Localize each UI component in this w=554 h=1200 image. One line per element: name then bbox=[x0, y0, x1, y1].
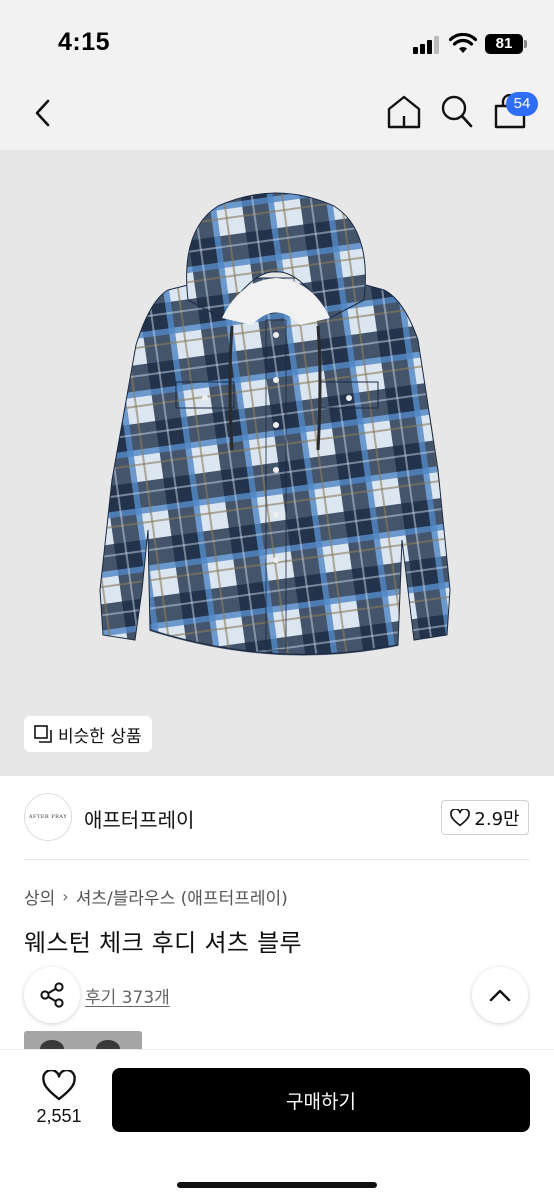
scroll-top-button[interactable] bbox=[472, 967, 528, 1023]
brand-like-count: 2.9만 bbox=[474, 808, 520, 830]
breadcrumb-category[interactable]: 상의 bbox=[24, 884, 55, 909]
wifi-icon bbox=[449, 33, 477, 53]
divider bbox=[24, 859, 530, 860]
battery-nub bbox=[524, 40, 527, 48]
brand-logo[interactable]: AFTER PRAY bbox=[24, 793, 72, 841]
similar-items-icon bbox=[34, 725, 52, 743]
wishlist-heart-icon[interactable] bbox=[42, 1070, 76, 1102]
home-indicator bbox=[177, 1182, 377, 1188]
breadcrumb-subcategory[interactable]: 셔츠/블라우스 (애프터프레이) bbox=[76, 884, 288, 909]
share-icon bbox=[40, 982, 64, 1008]
plaid-hoodie-shirt-image bbox=[99, 192, 451, 656]
share-button[interactable] bbox=[24, 967, 80, 1023]
wishlist-count: 2,551 bbox=[36, 1106, 82, 1126]
review-photo-image bbox=[24, 1031, 142, 1049]
cellular-signal-icon bbox=[413, 36, 441, 54]
breadcrumb: 상의 › 셔츠/블라우스 (애프터프레이) bbox=[24, 884, 288, 909]
product-title: 웨스턴 체크 후디 셔츠 블루 bbox=[24, 929, 302, 957]
cart-count-badge: 54 bbox=[506, 92, 538, 116]
review-link[interactable]: 후기 373개 bbox=[85, 983, 170, 1008]
similar-products-label: 비슷한 상품 bbox=[58, 726, 142, 747]
brand-name[interactable]: 애프터프레이 bbox=[84, 804, 194, 833]
bottom-action-bar: 2,551 구매하기 bbox=[0, 1049, 554, 1200]
heart-icon bbox=[450, 808, 471, 826]
buy-button[interactable]: 구매하기 bbox=[112, 1068, 530, 1132]
chevron-up-icon bbox=[489, 989, 511, 1002]
brand-logo-text: AFTER PRAY bbox=[28, 814, 68, 820]
home-icon[interactable] bbox=[386, 94, 422, 130]
chevron-right-icon: › bbox=[62, 887, 69, 906]
brand-like-button[interactable]: 2.9만 bbox=[441, 800, 529, 835]
battery-level: 81 bbox=[485, 34, 523, 54]
back-arrow-icon[interactable] bbox=[28, 96, 58, 130]
top-navigation bbox=[0, 80, 554, 150]
product-image[interactable]: 비슷한 상품 bbox=[0, 150, 554, 776]
status-time: 4:15 bbox=[58, 28, 111, 56]
brand-row: AFTER PRAY 애프터프레이 2.9만 bbox=[0, 776, 554, 860]
similar-products-button[interactable]: 비슷한 상품 bbox=[24, 716, 152, 752]
search-icon[interactable] bbox=[440, 94, 474, 130]
review-thumbnail[interactable] bbox=[24, 1031, 142, 1049]
status-bar: 4:15 81 bbox=[0, 0, 554, 80]
